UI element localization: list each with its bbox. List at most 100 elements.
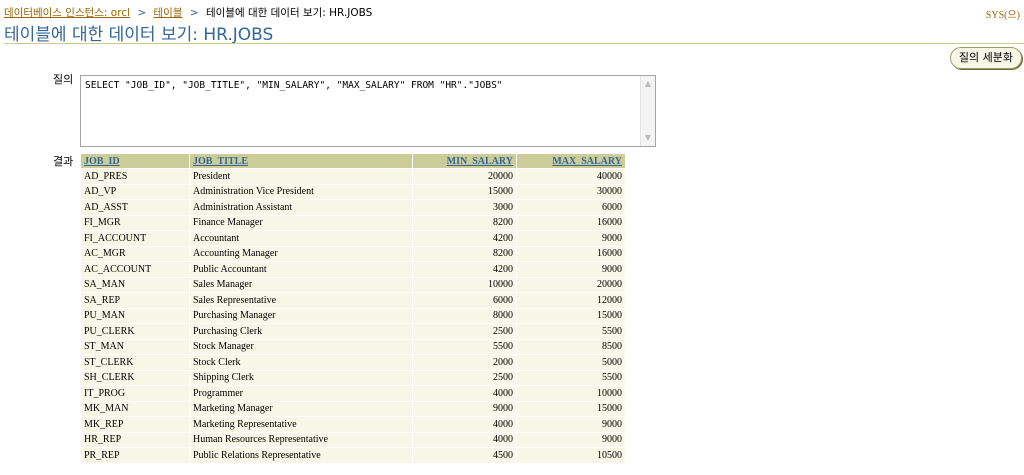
cell-min-salary: 4000: [412, 431, 517, 448]
query-scrollbar[interactable]: ▲ ▼: [640, 76, 655, 146]
query-textarea[interactable]: SELECT "JOB_ID", "JOB_TITLE", "MIN_SALAR…: [80, 75, 656, 147]
cell-min-salary: 4500: [412, 447, 517, 464]
table-row: FI_ACCOUNT Accountant 4200 9000: [80, 230, 626, 247]
cell-job-title: Purchasing Manager: [189, 307, 413, 324]
cell-job-id: SH_CLERK: [80, 369, 190, 386]
cell-job-title: Administration Assistant: [189, 199, 413, 216]
cell-max-salary: 40000: [516, 168, 626, 185]
cell-max-salary: 12000: [516, 292, 626, 309]
cell-max-salary: 5500: [516, 369, 626, 386]
cell-job-title: Stock Clerk: [189, 354, 413, 371]
column-header-job-id[interactable]: JOB_ID: [80, 153, 190, 169]
cell-job-title: Administration Vice President: [189, 183, 413, 200]
query-label: 질의: [53, 73, 74, 86]
cell-max-salary: 5500: [516, 323, 626, 340]
user-label[interactable]: SYS(으): [986, 6, 1020, 21]
cell-max-salary: 5000: [516, 354, 626, 371]
cell-min-salary: 4000: [412, 385, 517, 402]
cell-min-salary: 20000: [412, 168, 517, 185]
cell-job-title: Accounting Manager: [189, 245, 413, 262]
refine-query-button[interactable]: 질의 세분화: [949, 47, 1022, 69]
cell-job-title: Finance Manager: [189, 214, 413, 231]
cell-max-salary: 16000: [516, 214, 626, 231]
cell-job-id: PU_MAN: [80, 307, 190, 324]
cell-min-salary: 4200: [412, 261, 517, 278]
cell-min-salary: 5500: [412, 338, 517, 355]
cell-job-id: ST_MAN: [80, 338, 190, 355]
cell-max-salary: 9000: [516, 261, 626, 278]
cell-job-title: Shipping Clerk: [189, 369, 413, 386]
cell-job-title: Accountant: [189, 230, 413, 247]
breadcrumb-current: 테이블에 대한 데이터 보기: HR.JOBS: [206, 7, 373, 19]
cell-job-title: President: [189, 168, 413, 185]
cell-job-title: Marketing Representative: [189, 416, 413, 433]
breadcrumb-table-link[interactable]: 테이블: [154, 7, 183, 19]
cell-job-id: AC_MGR: [80, 245, 190, 262]
table-row: AD_PRES President 20000 40000: [80, 168, 626, 185]
cell-min-salary: 4200: [412, 230, 517, 247]
cell-min-salary: 6000: [412, 292, 517, 309]
table-row: AC_MGR Accounting Manager 8200 16000: [80, 245, 626, 262]
cell-job-title: Sales Representative: [189, 292, 413, 309]
cell-min-salary: 15000: [412, 183, 517, 200]
cell-job-title: Stock Manager: [189, 338, 413, 355]
cell-max-salary: 15000: [516, 307, 626, 324]
table-row: IT_PROG Programmer 4000 10000: [80, 385, 626, 402]
cell-job-id: IT_PROG: [80, 385, 190, 402]
cell-job-id: FI_MGR: [80, 214, 190, 231]
table-row: AD_ASST Administration Assistant 3000 6000: [80, 199, 626, 216]
table-header-row: JOB_ID JOB_TITLE MIN_SALARY MAX_SALARY: [80, 153, 626, 169]
breadcrumb: 데이터베이스 인스턴스: orcl > 테이블 > 테이블에 대한 데이터 보기…: [4, 5, 372, 20]
scroll-up-icon[interactable]: ▲: [643, 79, 653, 89]
cell-min-salary: 4000: [412, 416, 517, 433]
cell-max-salary: 16000: [516, 245, 626, 262]
column-header-job-title[interactable]: JOB_TITLE: [189, 153, 413, 169]
table-row: MK_MAN Marketing Manager 9000 15000: [80, 400, 626, 417]
table-row: PU_MAN Purchasing Manager 8000 15000: [80, 307, 626, 324]
breadcrumb-instance-link[interactable]: 데이터베이스 인스턴스: orcl: [4, 7, 130, 19]
cell-job-title: Public Accountant: [189, 261, 413, 278]
cell-max-salary: 10000: [516, 385, 626, 402]
column-header-max-salary[interactable]: MAX_SALARY: [516, 153, 626, 169]
table-row: PR_REP Public Relations Representative 450…: [80, 447, 626, 464]
breadcrumb-separator: >: [189, 7, 199, 19]
page-title: 테이블에 대한 데이터 보기: HR.JOBS: [4, 25, 274, 45]
cell-job-id: PU_CLERK: [80, 323, 190, 340]
cell-job-title: Public Relations Representative: [189, 447, 413, 464]
cell-min-salary: 8000: [412, 307, 517, 324]
cell-job-id: FI_ACCOUNT: [80, 230, 190, 247]
cell-job-id: MK_REP: [80, 416, 190, 433]
cell-max-salary: 9000: [516, 431, 626, 448]
table-row: HR_REP Human Resources Representative 4000…: [80, 431, 626, 448]
cell-job-title: Human Resources Representative: [189, 431, 413, 448]
cell-job-title: Programmer: [189, 385, 413, 402]
table-row: ST_MAN Stock Manager 5500 8500: [80, 338, 626, 355]
table-row: SA_MAN Sales Manager 10000 20000: [80, 276, 626, 293]
cell-job-id: SA_REP: [80, 292, 190, 309]
column-header-min-salary[interactable]: MIN_SALARY: [412, 153, 517, 169]
table-row: SA_REP Sales Representative 6000 12000: [80, 292, 626, 309]
cell-job-title: Purchasing Clerk: [189, 323, 413, 340]
cell-min-salary: 8200: [412, 214, 517, 231]
cell-min-salary: 2500: [412, 323, 517, 340]
cell-max-salary: 15000: [516, 400, 626, 417]
cell-job-id: AC_ACCOUNT: [80, 261, 190, 278]
scroll-down-icon[interactable]: ▼: [643, 133, 653, 143]
cell-job-id: MK_MAN: [80, 400, 190, 417]
cell-min-salary: 3000: [412, 199, 517, 216]
cell-min-salary: 10000: [412, 276, 517, 293]
title-divider: [4, 43, 1024, 44]
table-row: PU_CLERK Purchasing Clerk 2500 5500: [80, 323, 626, 340]
table-row: AC_ACCOUNT Public Accountant 4200 9000: [80, 261, 626, 278]
cell-job-title: Sales Manager: [189, 276, 413, 293]
cell-max-salary: 10500: [516, 447, 626, 464]
table-row: FI_MGR Finance Manager 8200 16000: [80, 214, 626, 231]
cell-job-id: ST_CLERK: [80, 354, 190, 371]
cell-job-title: Marketing Manager: [189, 400, 413, 417]
cell-job-id: AD_PRES: [80, 168, 190, 185]
results-table: JOB_ID JOB_TITLE MIN_SALARY MAX_SALARY A…: [80, 153, 626, 464]
cell-job-id: HR_REP: [80, 431, 190, 448]
cell-max-salary: 9000: [516, 416, 626, 433]
cell-max-salary: 30000: [516, 183, 626, 200]
breadcrumb-separator: >: [137, 7, 147, 19]
